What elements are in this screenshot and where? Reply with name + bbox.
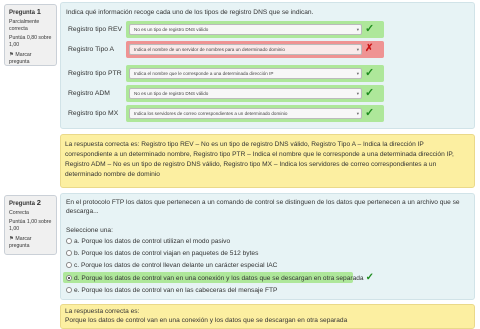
dropdown-arrow-icon: ▾ xyxy=(356,71,359,76)
question-content: Indica qué información recoge cada uno d… xyxy=(60,2,475,129)
match-row-ptr: Registro tipo PTR Indica el nombre que l… xyxy=(66,65,396,84)
dropdown-arrow-icon: ▾ xyxy=(356,47,359,52)
answer-cell-correct: No es un tipo de registro DNS válido ▾ ✓ xyxy=(126,85,384,102)
check-icon: ✓ xyxy=(365,87,375,99)
question-text: Indica qué información recoge cada uno d… xyxy=(66,9,314,16)
answer-cell-incorrect: Indica el nombre de un servidor de nombr… xyxy=(126,41,384,58)
option-c[interactable]: c. Porque los datos de control llevan de… xyxy=(66,260,466,271)
radio-button[interactable] xyxy=(66,262,72,268)
check-icon: ✓ xyxy=(365,23,375,35)
dropdown-arrow-icon: ▾ xyxy=(356,111,359,116)
question-info: Pregunta 2 Correcta Puntúa 1,00 sobre 1,… xyxy=(4,195,57,255)
question-score: Puntúa 0,80 sobre 1,00 xyxy=(9,35,52,48)
radio-button[interactable] xyxy=(66,275,72,281)
question-label: Pregunta xyxy=(9,10,36,16)
dropdown-arrow-icon: ▾ xyxy=(356,91,359,96)
answer-cell-correct: No es un tipo de registro DNS válido ▾ ✓ xyxy=(126,21,384,38)
question-state: Parcialmente correcta xyxy=(9,19,40,32)
question-text: En el protocolo FTP los datos que perten… xyxy=(66,199,460,215)
option-e[interactable]: e. Porque los datos de control van en la… xyxy=(66,285,466,296)
answer-select[interactable]: No es un tipo de registro DNS válido ▾ xyxy=(129,88,362,99)
match-row-mx: Registro tipo MX Indica los servidores d… xyxy=(66,105,396,124)
check-icon: ✓ xyxy=(365,67,375,79)
check-icon: ✓ xyxy=(365,272,374,283)
match-label: Registro tipo REV xyxy=(68,26,123,33)
correct-answer-feedback: La respuesta correcta es: Porque los dat… xyxy=(60,304,475,329)
match-row-a: Registro Tipo A Indica el nombre de un s… xyxy=(66,41,396,60)
radio-button[interactable] xyxy=(66,238,72,244)
match-row-rev: Registro tipo REV No es un tipo de regis… xyxy=(66,21,396,40)
check-icon: ✓ xyxy=(365,107,375,119)
flag-question-link[interactable]: ⚑ Marcar pregunta xyxy=(9,52,52,66)
answer-select[interactable]: Indica el nombre de un servidor de nombr… xyxy=(129,44,362,55)
answer-cell-correct: Indica el nombre que le corresponde a un… xyxy=(126,65,384,82)
answer-select[interactable]: Indica los servidores de correo correspo… xyxy=(129,108,362,119)
question-content: En el protocolo FTP los datos que perten… xyxy=(60,193,475,300)
question-state: Correcta xyxy=(9,210,29,216)
flag-icon: ⚑ xyxy=(9,236,14,242)
feedback-title: La respuesta correcta es: xyxy=(65,308,140,315)
dropdown-arrow-icon: ▾ xyxy=(356,27,359,32)
match-label: Registro tipo MX xyxy=(68,110,119,117)
option-d[interactable]: d. Porque los datos de control van en un… xyxy=(63,272,374,283)
question-info: Pregunta 1 Parcialmente correcta Puntúa … xyxy=(4,4,57,66)
correct-answer-feedback: La respuesta correcta es: Registro tipo … xyxy=(60,134,475,188)
answer-cell-correct: Indica los servidores de correo correspo… xyxy=(126,105,384,122)
match-row-adm: Registro ADM No es un tipo de registro D… xyxy=(66,85,396,104)
answer-select[interactable]: Indica el nombre que le corresponde a un… xyxy=(129,68,362,79)
match-label: Registro tipo PTR xyxy=(68,70,122,77)
cross-icon: ✗ xyxy=(365,43,374,54)
match-label: Registro ADM xyxy=(68,90,110,97)
answer-prompt: Seleccione una: xyxy=(66,227,113,234)
question-number: 1 xyxy=(36,7,41,16)
radio-button[interactable] xyxy=(66,287,72,293)
flag-icon: ⚑ xyxy=(9,52,14,58)
match-label: Registro Tipo A xyxy=(68,46,115,53)
option-a[interactable]: a. Porque los datos de control utilizan … xyxy=(66,236,466,247)
question-label: Pregunta xyxy=(9,201,36,207)
option-b[interactable]: b. Porque los datos de control viajan en… xyxy=(66,248,466,259)
question-score: Puntúa 1,00 sobre 1,00 xyxy=(9,219,52,232)
radio-button[interactable] xyxy=(66,250,72,256)
answer-select[interactable]: No es un tipo de registro DNS válido ▾ xyxy=(129,24,362,35)
feedback-text: Porque los datos de control van en una c… xyxy=(65,317,348,324)
question-number: 2 xyxy=(36,198,41,207)
flag-question-link[interactable]: ⚑ Marcar pregunta xyxy=(9,236,52,250)
